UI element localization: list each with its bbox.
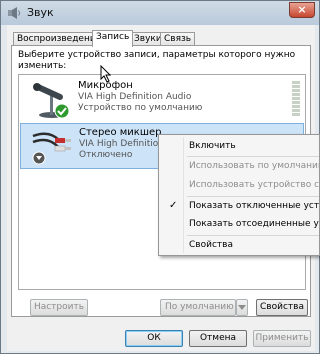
menu-item-properties[interactable]: Свойства	[161, 236, 319, 254]
context-menu: Включить Использовать по умолчанию Испол…	[158, 134, 320, 256]
mouse-cursor-icon	[100, 65, 112, 83]
cancel-button[interactable]: Отмена	[189, 330, 247, 347]
configure-button[interactable]: Настроить	[30, 299, 88, 316]
device-driver: VIA High Definition Audio	[78, 92, 192, 102]
close-button[interactable]: ×	[289, 2, 315, 18]
check-badge-icon	[54, 103, 70, 119]
ok-button[interactable]: ОК	[125, 330, 183, 347]
window-title: Звук	[27, 6, 54, 19]
speaker-app-icon	[8, 7, 20, 19]
chevron-down-icon	[238, 305, 246, 310]
set-default-button[interactable]: По умолчанию	[160, 299, 236, 316]
tab-recording[interactable]: Запись	[92, 30, 134, 47]
menu-item-set-communication[interactable]: Использовать устройство связи	[161, 176, 319, 194]
level-meter	[292, 81, 300, 117]
menu-item-enable[interactable]: Включить	[161, 137, 319, 155]
down-arrow-badge-icon	[32, 151, 46, 165]
check-icon: ✓	[169, 200, 178, 211]
tab-communications[interactable]: Связь	[160, 32, 196, 46]
title-bar[interactable]: Звук ×	[1, 1, 319, 25]
microphone-icon	[33, 83, 70, 119]
menu-item-label: Показать отключенные устройства	[189, 201, 320, 211]
properties-button[interactable]: Свойства	[256, 299, 308, 316]
set-default-dropdown[interactable]	[236, 299, 248, 316]
menu-item-set-default[interactable]: Использовать по умолчанию	[161, 157, 319, 175]
instructions-text: Выберите устройство записи, параметры ко…	[18, 50, 296, 71]
device-status: Устройство по умолчанию	[78, 103, 203, 113]
device-item-microphone[interactable]: Микрофон VIA High Definition Audio Устро…	[20, 77, 304, 123]
menu-item-show-disabled[interactable]: ✓ Показать отключенные устройства	[161, 197, 320, 215]
device-status: Отключено	[79, 150, 133, 160]
apply-button[interactable]: Применить	[253, 330, 311, 347]
menu-item-show-disconnected[interactable]: Показать отсоединенные устройства	[161, 215, 319, 233]
audio-cable-icon	[32, 132, 71, 165]
device-name: Стерео микшер	[79, 127, 162, 138]
